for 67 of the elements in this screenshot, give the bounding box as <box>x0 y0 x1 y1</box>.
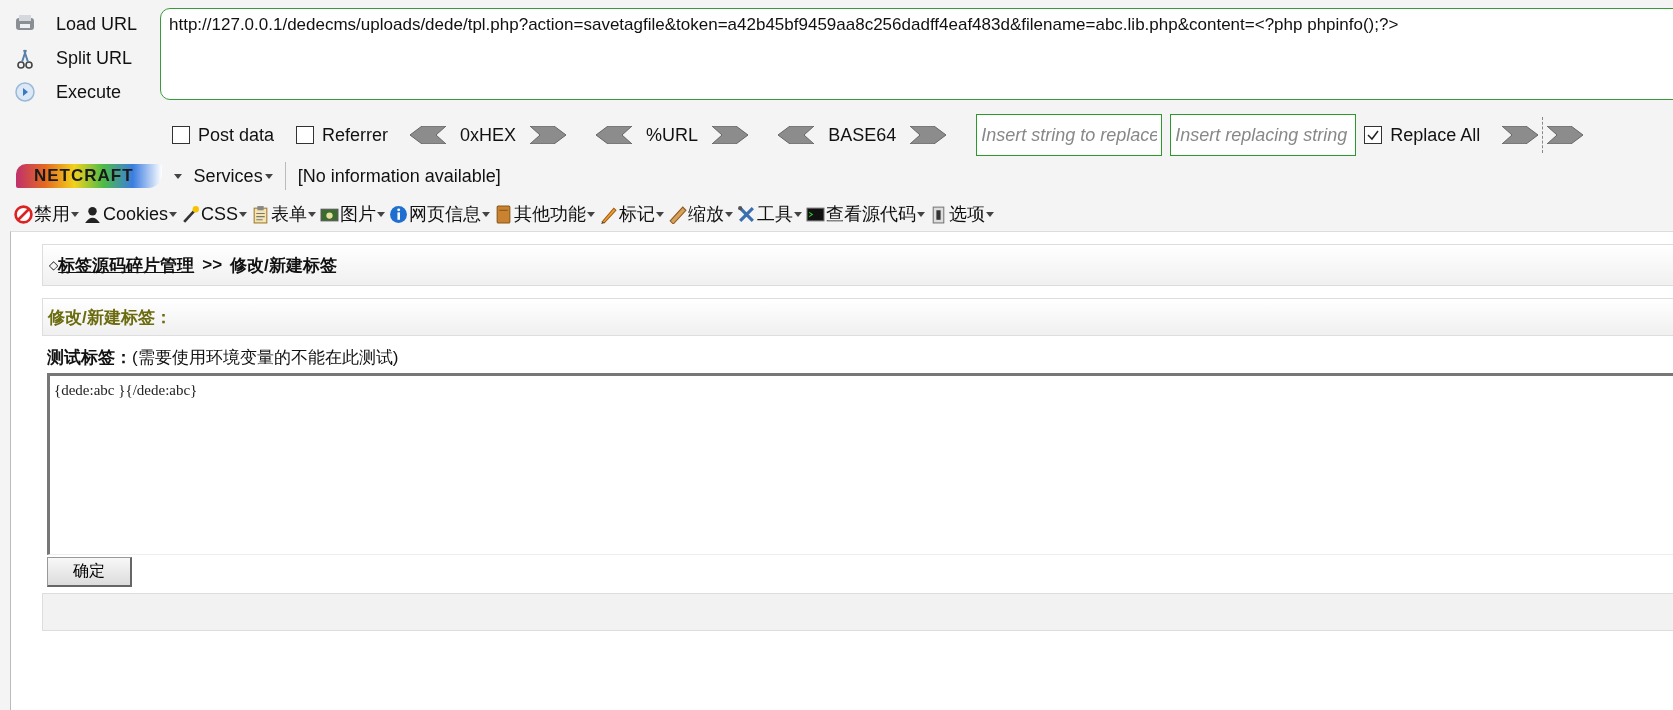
menu-item[interactable]: 标记 <box>599 202 669 226</box>
caret-icon <box>986 211 995 217</box>
url-field[interactable]: http://127.0.0.1/dedecms/uploads/dede/tpl.php?action=savetagfile&token=a42b45bf9459aa8c256dadff4eaf483d&filename=abc.lib.php&content=<?php phpinfo();?> <box>160 8 1673 100</box>
field-label: 测试标签： <box>47 347 132 369</box>
right-arrow-icon[interactable] <box>530 126 567 144</box>
forbidden-icon <box>14 204 33 224</box>
checkbox-label: Post data <box>198 124 275 146</box>
caret-icon <box>482 211 491 217</box>
caret-icon <box>377 211 386 217</box>
menu-item[interactable]: 查看源代码 <box>806 202 930 226</box>
menu-item[interactable]: 其他功能 <box>494 202 600 226</box>
caret-icon <box>725 211 734 217</box>
checkbox[interactable] <box>296 126 315 144</box>
ruler-icon <box>668 204 688 224</box>
encoder-label: BASE64 <box>828 124 897 146</box>
right-arrow-icon[interactable] <box>1502 126 1539 144</box>
confirm-button[interactable]: 确定 <box>47 557 132 587</box>
caret-icon <box>656 211 665 217</box>
tag-field[interactable]: {dede:abc }{/dede:abc} <box>47 373 1673 555</box>
menu-item[interactable]: CSS <box>181 203 252 225</box>
left-arrow-icon[interactable] <box>778 126 815 144</box>
breadcrumb-link[interactable]: 标签源码碎片管理 <box>58 253 195 277</box>
right-arrow-icon[interactable] <box>712 126 749 144</box>
play-icon <box>14 81 36 103</box>
encoder-label: 0xHEX <box>460 124 517 146</box>
menu-item[interactable]: 表单 <box>251 202 321 226</box>
diamond-mark: ◇ <box>49 258 59 272</box>
right-arrow-icon[interactable] <box>910 126 947 144</box>
caret-icon <box>239 211 248 217</box>
caret-icon <box>71 211 79 217</box>
input-field[interactable]: Insert replacing string <box>1170 114 1357 156</box>
right-arrow-icon[interactable] <box>1547 126 1584 144</box>
left-arrow-icon[interactable] <box>410 126 447 144</box>
menu-item[interactable]: 缩放 <box>668 202 738 226</box>
caret-icon <box>264 173 273 179</box>
toolbar-button[interactable]: Split URL <box>0 42 160 74</box>
wand-icon <box>181 204 201 224</box>
breadcrumb-separator: >> <box>202 255 223 275</box>
person-icon <box>83 204 102 224</box>
checkbox[interactable] <box>172 126 190 144</box>
caret-icon <box>169 211 178 217</box>
services-menu[interactable]: Services <box>193 165 273 187</box>
pencil-icon <box>599 204 619 224</box>
toolbar-button[interactable]: Execute <box>0 76 160 108</box>
info-text: [No information available] <box>297 165 501 187</box>
caret-icon <box>917 211 926 217</box>
menu-item[interactable]: 网页信息 <box>389 202 495 226</box>
caret-icon <box>173 173 182 179</box>
menu-item[interactable]: 禁用 <box>14 202 83 226</box>
checkbox-label: Referrer <box>322 124 389 146</box>
caret-icon <box>308 211 317 217</box>
field-note: (需要使用环境变量的不能在此测试) <box>132 347 399 369</box>
menu-item[interactable]: 工具 <box>737 202 807 226</box>
toolbar-button[interactable]: Load URL <box>0 8 160 40</box>
section-title: 修改/新建标签： <box>42 298 1673 336</box>
checkbox-label: Replace All <box>1390 124 1481 146</box>
info-icon <box>389 204 409 224</box>
checkbox[interactable] <box>1364 126 1383 144</box>
encoder-label: %URL <box>646 124 699 146</box>
menu-item[interactable]: Cookies <box>83 203 182 225</box>
menu-item[interactable]: 选项 <box>929 202 999 226</box>
caret-icon <box>794 211 803 217</box>
scissors-icon <box>14 47 36 69</box>
menu-item[interactable]: 图片 <box>320 202 390 226</box>
breadcrumb-current: 修改/新建标签 <box>230 254 337 277</box>
left-arrow-icon[interactable] <box>596 126 633 144</box>
caret-icon <box>587 211 596 217</box>
